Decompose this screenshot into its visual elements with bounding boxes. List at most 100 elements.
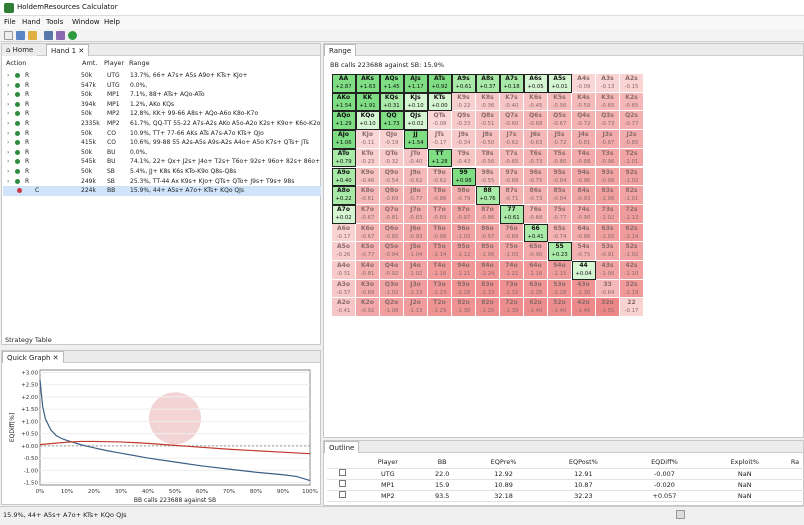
hand-cell[interactable]: Q5s -0.67 [548, 111, 572, 131]
hand-cell[interactable]: 93s -0.99 [596, 167, 620, 187]
hand-cell[interactable]: T7o -0.89 [428, 204, 452, 224]
close-icon[interactable]: ✕ [78, 47, 84, 55]
hand-cell[interactable]: 92o -1.30 [452, 298, 476, 318]
menu-tools[interactable]: Tools [46, 18, 63, 26]
hand-cell[interactable]: 64o -1.16 [524, 261, 548, 280]
outline-row[interactable]: MP2 93.5 32.18 32.23 +0.057 NaN [327, 490, 804, 502]
hand-cell[interactable]: J9s -0.34 [452, 130, 476, 149]
expand-arrow-icon[interactable]: › [7, 168, 9, 175]
expand-arrow-icon[interactable]: › [7, 91, 9, 98]
outline-row[interactable]: UTG 22.0 12.92 12.91 -0.007 NaN [327, 468, 804, 480]
expand-arrow-icon[interactable]: › [7, 130, 9, 137]
hand-cell[interactable]: QTo -0.32 [380, 148, 404, 168]
table-row[interactable]: C 224k BB 15.9%, 44+ A5s+ A7o+ KTs+ KQo QJs [3, 186, 321, 196]
hand-cell[interactable]: 43o -1.30 [572, 279, 596, 299]
row-checkbox[interactable] [338, 491, 346, 498]
hand-cell[interactable]: 83o -1.33 [476, 279, 500, 299]
hand-cell[interactable]: T8s -0.56 [476, 148, 500, 168]
hand-cell[interactable]: A3s -0.13 [596, 74, 620, 93]
hand-cell[interactable]: 83s -1.06 [596, 186, 620, 205]
expand-arrow-icon[interactable]: › [7, 158, 9, 165]
hand-cell[interactable]: 63s -1.05 [596, 223, 620, 243]
hand-cell[interactable]: 95o -1.12 [452, 242, 476, 261]
hand-cell[interactable]: Q9o -0.54 [380, 167, 404, 187]
outline-row[interactable]: MP1 15.9 10.89 10.87 -0.020 NaN [327, 479, 804, 491]
hand-cell[interactable]: Q6s -0.68 [524, 111, 548, 131]
hand-cell[interactable]: T4o -1.16 [428, 261, 452, 280]
hand-cell[interactable]: AKs +1.63 [356, 74, 380, 93]
hand-cell[interactable]: J8o -0.77 [404, 186, 428, 205]
hand-cell[interactable]: 93o -1.28 [452, 279, 476, 299]
hand-cell[interactable]: J2o -1.13 [404, 298, 428, 318]
hand-cell[interactable]: 95s -0.84 [548, 167, 572, 187]
hand-cell[interactable]: K2s -0.65 [620, 92, 644, 112]
hand-cell[interactable]: T5o -1.14 [428, 242, 452, 261]
hand-cell[interactable]: KQo +0.10 [356, 111, 380, 131]
hand-cell[interactable]: A3o -0.37 [332, 279, 356, 299]
hand-cell[interactable]: T3o -1.23 [428, 279, 452, 299]
hand-cell[interactable]: KK +1.91 [356, 92, 380, 112]
hand-cell[interactable]: 84s -0.93 [572, 186, 596, 205]
hand-cell[interactable]: 86o -0.97 [476, 223, 500, 243]
hand-cell[interactable]: A9o +0.40 [332, 167, 356, 187]
expand-arrow-icon[interactable]: › [7, 178, 9, 185]
hand-cell[interactable]: JJ +1.54 [404, 130, 428, 149]
hand-cell[interactable]: K4o -0.81 [356, 261, 380, 280]
hand-cell[interactable]: JTs -0.17 [428, 130, 452, 149]
hand-cell[interactable]: 54o -1.15 [548, 261, 572, 280]
hand-cell[interactable]: 53o -1.28 [548, 279, 572, 299]
hand-cell[interactable]: 22 -0.17 [620, 298, 644, 318]
table-row[interactable]: › R 249k SB 25.3%, TT-44 Ax K9s+ KJo+ QTs+ Q… [3, 177, 321, 187]
hand-cell[interactable]: KTo -0.23 [356, 148, 380, 168]
hand-cell[interactable]: AKo +1.54 [332, 92, 356, 112]
hand-cell[interactable]: 86s -0.73 [524, 186, 548, 205]
hand-cell[interactable]: 87o -0.86 [476, 204, 500, 224]
hand-cell[interactable]: A6s +0.05 [524, 74, 548, 93]
hand-cell[interactable]: Q7s -0.60 [500, 111, 524, 131]
hand-cell[interactable]: 98o -0.79 [452, 186, 476, 205]
hand-cell[interactable]: K2o -0.92 [356, 298, 380, 318]
hand-cell[interactable]: 32s -1.19 [620, 279, 644, 299]
hand-cell[interactable]: Q2o -1.08 [380, 298, 404, 318]
hand-cell[interactable]: Q2s -0.77 [620, 111, 644, 131]
hand-cell[interactable]: Q3o -1.02 [380, 279, 404, 299]
menu-help[interactable]: Help [104, 18, 120, 26]
hand-cell[interactable]: K5s -0.56 [548, 92, 572, 112]
hand-cell[interactable]: K6o -0.67 [356, 223, 380, 243]
hand-cell[interactable]: KQs +0.31 [380, 92, 404, 112]
hand-cell[interactable]: 33 -0.64 [596, 279, 620, 299]
hand-cell[interactable]: 97o -0.97 [452, 204, 476, 224]
table-row[interactable]: › R 50k MP2 12.8%, KK+ 99-66 A8s+ AQo-A6o K8… [3, 109, 321, 119]
hand-cell[interactable]: ATs +0.92 [428, 74, 452, 93]
hand-cell[interactable]: 87s -0.71 [500, 186, 524, 205]
hand-cell[interactable]: 65o -0.90 [524, 242, 548, 261]
table-row[interactable]: › R 2335k MP2 61.7%, QQ-TT 55-22 A7s-A2s AKo… [3, 119, 321, 129]
hand-cell[interactable]: 64s -0.86 [572, 223, 596, 243]
hand-cell[interactable]: T2o -1.29 [428, 298, 452, 318]
expand-arrow-icon[interactable]: › [7, 101, 9, 108]
hand-cell[interactable]: Q5o -0.94 [380, 242, 404, 261]
hand-cell[interactable]: J9o -0.62 [404, 167, 428, 187]
hand-cell[interactable]: T9s -0.43 [452, 148, 476, 168]
hand-cell[interactable]: K9s -0.22 [452, 92, 476, 112]
hand-cell[interactable]: QQ +1.73 [380, 111, 404, 131]
hand-cell[interactable]: Q7o -0.81 [380, 204, 404, 224]
hand-cell[interactable]: 73o -1.32 [500, 279, 524, 299]
hand-cell[interactable]: AQs +1.45 [380, 74, 404, 93]
save-icon[interactable] [44, 31, 53, 40]
close-icon[interactable]: ✕ [53, 354, 59, 362]
hand-cell[interactable]: 97s -0.68 [500, 167, 524, 187]
hand-cell[interactable]: 85s -0.84 [548, 186, 572, 205]
hand-cell[interactable]: T3s -0.96 [596, 148, 620, 168]
hand-cell[interactable]: 99 +0.98 [452, 167, 476, 187]
table-row[interactable]: › R 415k CO 10.6%, 99-88 55 A2s-A5s A9s-A2s … [3, 138, 321, 148]
new-file-icon[interactable] [4, 31, 13, 40]
hand-cell[interactable]: 76o -0.89 [500, 223, 524, 243]
hand-cell[interactable]: 62o -1.40 [524, 298, 548, 318]
table-row[interactable]: › R 394k MP1 1.2%, AKo KQs [3, 100, 321, 110]
hand-cell[interactable]: K8s -0.36 [476, 92, 500, 112]
hand-cell[interactable]: J5s -0.72 [548, 130, 572, 149]
hand-cell[interactable]: 74o -1.22 [500, 261, 524, 280]
table-row[interactable]: › R 50k CO 10.9%, TT+ 77-66 AKs ATs A7s-A7o … [3, 129, 321, 139]
hand-cell[interactable]: K3s -0.65 [596, 92, 620, 112]
